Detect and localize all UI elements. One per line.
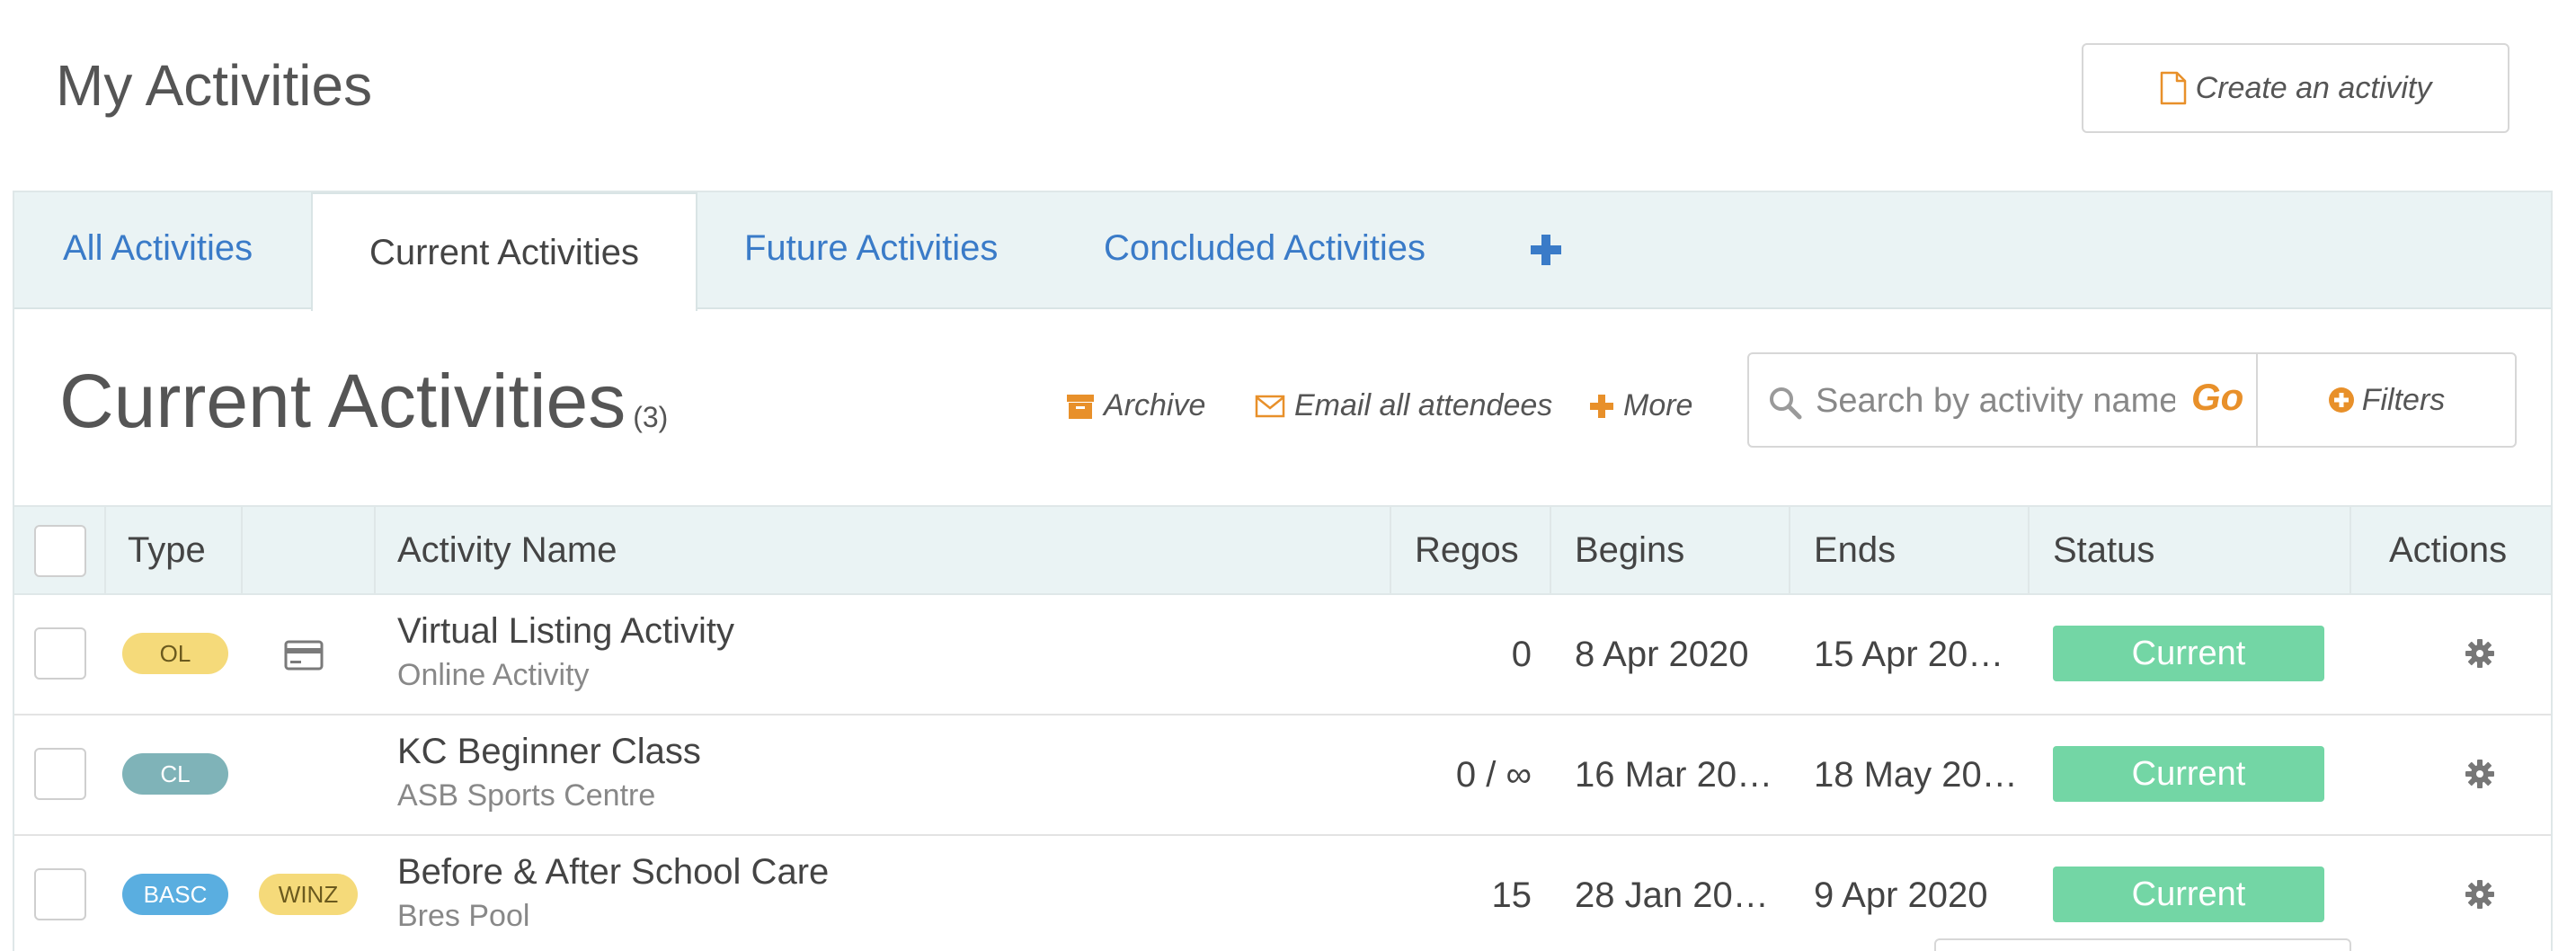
tab-future-activities[interactable]: Future Activities <box>744 228 998 269</box>
activity-location: Online Activity <box>397 658 590 692</box>
search-box: Go Filters <box>1747 352 2517 448</box>
begins-value: 16 Mar 20… <box>1575 755 1773 795</box>
gear-icon[interactable] <box>2465 638 2495 669</box>
column-divider <box>1789 507 1790 593</box>
begins-value: 8 Apr 2020 <box>1575 635 1749 674</box>
regos-value: 15 <box>1491 875 1532 915</box>
column-divider <box>374 507 376 593</box>
section-title: Current Activities (3) <box>59 358 668 445</box>
activity-name-link[interactable]: Virtual Listing Activity <box>397 611 734 652</box>
column-header-status[interactable]: Status <box>2053 507 2154 593</box>
row-checkbox[interactable] <box>34 748 86 800</box>
ends-value: 18 May 20… <box>1814 755 2018 795</box>
plus-icon <box>1590 394 1613 418</box>
table-row[interactable]: CL KC Beginner Class ASB Sports Centre 0… <box>14 715 2551 836</box>
status-badge: Current <box>2053 746 2324 802</box>
status-badge: Current <box>2053 867 2324 922</box>
column-header-type[interactable]: Type <box>128 507 206 593</box>
activity-location: Bres Pool <box>397 899 530 933</box>
column-divider <box>1390 507 1391 593</box>
archive-label: Archive <box>1104 388 1206 422</box>
plus-circle-icon <box>2328 387 2354 413</box>
row-checkbox[interactable] <box>34 627 86 680</box>
page-title: My Activities <box>56 53 373 118</box>
activities-panel: All Activities Current Activities Future… <box>13 191 2553 951</box>
more-button[interactable]: More <box>1589 388 1692 423</box>
status-badge: Current <box>2053 626 2324 681</box>
begins-value: 28 Jan 20… <box>1575 875 1769 915</box>
email-attendees-label: Email all attendees <box>1294 388 1553 422</box>
column-header-activity-name[interactable]: Activity Name <box>397 507 617 593</box>
column-divider <box>104 507 106 593</box>
column-header-actions: Actions <box>2389 529 2508 570</box>
type-badge: BASC <box>122 874 228 915</box>
create-activity-label: Create an activity <box>2195 70 2432 105</box>
search-go-button[interactable]: Go <box>2191 376 2243 419</box>
search-icon <box>1770 387 1802 420</box>
regos-value: 0 <box>1511 635 1532 674</box>
column-divider <box>2028 507 2030 593</box>
activity-name-link[interactable]: Before & After School Care <box>397 852 829 893</box>
archive-button[interactable]: Archive <box>1066 388 1205 423</box>
tab-bar: All Activities Current Activities Future… <box>14 192 2551 311</box>
ends-value: 9 Apr 2020 <box>1814 875 1988 915</box>
column-divider <box>1550 507 1551 593</box>
row-checkbox[interactable] <box>34 868 86 920</box>
table-row[interactable]: BASC WINZ Before & After School Care Bre… <box>14 836 2551 951</box>
email-attendees-button[interactable]: Email all attendees <box>1255 388 1552 423</box>
credit-card-icon <box>284 640 324 671</box>
search-input[interactable] <box>1816 379 2175 422</box>
column-header-ends[interactable]: Ends <box>1814 507 1896 593</box>
create-activity-button[interactable]: Create an activity <box>2082 43 2509 133</box>
more-label: More <box>1623 388 1693 422</box>
document-icon <box>2160 71 2186 105</box>
activity-name-link[interactable]: KC Beginner Class <box>397 732 701 772</box>
column-divider <box>2349 507 2351 593</box>
column-divider <box>241 507 243 593</box>
type-badge: CL <box>122 753 228 795</box>
column-header-regos[interactable]: Regos <box>1415 507 1519 593</box>
tab-concluded-activities[interactable]: Concluded Activities <box>1104 228 1426 269</box>
section-title-text: Current Activities <box>59 359 626 443</box>
tab-current-activities[interactable]: Current Activities <box>311 192 697 311</box>
secondary-type-badge: WINZ <box>259 874 358 915</box>
table-header: Type Activity Name Regos Begins Ends Sta… <box>14 505 2551 595</box>
regos-value: 0 / ∞ <box>1455 755 1532 795</box>
gear-icon[interactable] <box>2465 759 2495 789</box>
actions-popover <box>1934 938 2351 951</box>
archive-icon <box>1067 394 1094 419</box>
ends-value: 15 Apr 20… <box>1814 635 2004 674</box>
select-all-checkbox[interactable] <box>34 525 86 577</box>
type-badge: OL <box>122 633 228 674</box>
envelope-icon <box>1255 395 1285 417</box>
table-row[interactable]: OL Virtual Listing Activity Online Activ… <box>14 595 2551 715</box>
column-header-begins[interactable]: Begins <box>1575 507 1684 593</box>
section-count: (3) <box>633 401 669 433</box>
gear-icon[interactable] <box>2465 879 2495 910</box>
tab-all-activities[interactable]: All Activities <box>63 228 253 269</box>
filters-label: Filters <box>2361 382 2446 417</box>
add-tab-icon[interactable] <box>1528 232 1564 268</box>
filters-button[interactable]: Filters <box>2258 354 2515 446</box>
activity-location: ASB Sports Centre <box>397 778 656 813</box>
